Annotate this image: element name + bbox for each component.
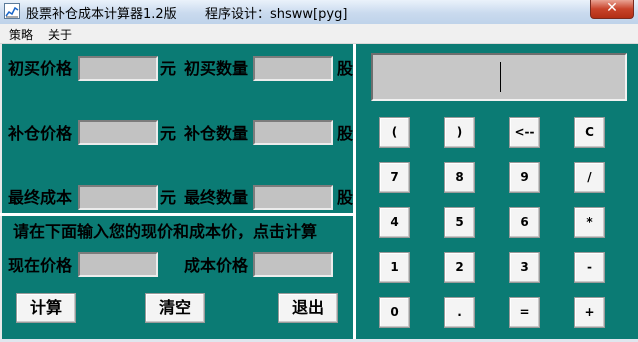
close-button[interactable]: ✕ — [590, 0, 634, 19]
app-window: 股票补仓成本计算器1.2版 程序设计：shsww[pyg] ✕ 策略 关于 初买… — [0, 0, 638, 342]
key-3[interactable]: 3 — [509, 252, 540, 283]
initial-price-input[interactable] — [78, 56, 158, 81]
key-5[interactable]: 5 — [444, 207, 475, 238]
instruction-text: 请在下面输入您的现价和成本价，点击计算 — [13, 222, 318, 241]
key-divide[interactable]: / — [574, 162, 605, 193]
menu-item-strategy[interactable]: 策略 — [9, 26, 33, 43]
calculate-button[interactable]: 计算 — [16, 293, 76, 323]
final-cost-label: 最终成本 — [8, 188, 73, 207]
key-subtract[interactable]: - — [574, 252, 605, 283]
panel-divider-horizontal — [0, 213, 355, 216]
initial-qty-label: 初买数量 — [184, 59, 249, 78]
key-6[interactable]: 6 — [509, 207, 540, 238]
key-clear[interactable]: C — [574, 117, 605, 148]
key-2[interactable]: 2 — [444, 252, 475, 283]
key-decimal[interactable]: . — [444, 297, 475, 328]
panel-divider-vertical — [353, 44, 356, 339]
add-qty-label: 补仓数量 — [184, 124, 249, 143]
unit-share-2: 股 — [337, 124, 354, 143]
key-multiply[interactable]: * — [574, 207, 605, 238]
menu-item-about[interactable]: 关于 — [48, 26, 72, 43]
unit-yuan-3: 元 — [160, 188, 177, 207]
window-subtitle: 程序设计：shsww[pyg] — [205, 7, 348, 22]
key-4[interactable]: 4 — [379, 207, 410, 238]
key-0[interactable]: 0 — [379, 297, 410, 328]
key-7[interactable]: 7 — [379, 162, 410, 193]
unit-yuan-1: 元 — [160, 59, 177, 78]
cost-price-input[interactable] — [253, 252, 333, 277]
key-9[interactable]: 9 — [509, 162, 540, 193]
key-equals[interactable]: = — [509, 297, 540, 328]
unit-share-3: 股 — [337, 188, 354, 207]
key-add[interactable]: + — [574, 297, 605, 328]
add-price-input[interactable] — [78, 120, 158, 145]
add-price-label: 补仓价格 — [8, 124, 73, 143]
window-title: 股票补仓成本计算器1.2版 — [26, 7, 177, 22]
initial-qty-input[interactable] — [253, 56, 333, 81]
menu-bar: 策略 关于 — [0, 24, 638, 44]
current-price-label: 现在价格 — [8, 256, 73, 275]
initial-price-label: 初买价格 — [8, 59, 73, 78]
key-backspace[interactable]: <-- — [509, 117, 540, 148]
text-cursor — [500, 62, 501, 92]
unit-yuan-2: 元 — [160, 124, 177, 143]
frame-left-edge — [0, 44, 2, 342]
title-bar[interactable]: 股票补仓成本计算器1.2版 程序设计：shsww[pyg] ✕ — [0, 0, 638, 24]
calculator-display[interactable] — [371, 53, 627, 101]
exit-button[interactable]: 退出 — [278, 293, 338, 323]
key-open-paren[interactable]: ( — [379, 117, 410, 148]
current-price-input[interactable] — [78, 252, 158, 277]
final-qty-input[interactable] — [253, 185, 333, 210]
final-qty-label: 最终数量 — [184, 188, 249, 207]
key-1[interactable]: 1 — [379, 252, 410, 283]
unit-share-1: 股 — [337, 59, 354, 78]
add-qty-input[interactable] — [253, 120, 333, 145]
clear-button[interactable]: 清空 — [145, 293, 205, 323]
final-cost-input[interactable] — [78, 185, 158, 210]
key-8[interactable]: 8 — [444, 162, 475, 193]
key-close-paren[interactable]: ) — [444, 117, 475, 148]
cost-price-label: 成本价格 — [184, 256, 249, 275]
chart-app-icon — [4, 3, 20, 19]
close-icon: ✕ — [606, 0, 618, 16]
